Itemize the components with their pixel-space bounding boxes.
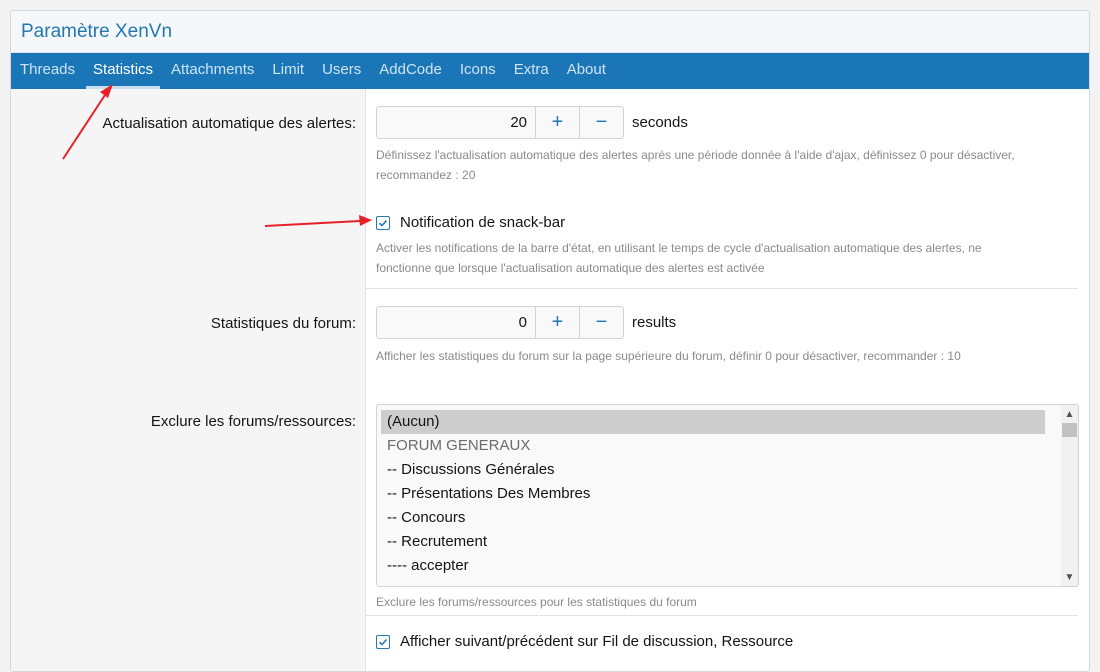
snackbar-checkbox[interactable] xyxy=(376,215,390,230)
settings-panel: Paramètre XenVn Threads Statistics Attac… xyxy=(10,10,1090,672)
tab-statistics[interactable]: Statistics xyxy=(84,53,162,89)
plus-icon: + xyxy=(551,111,564,133)
alerts-hint-line2: recommandez : 20 xyxy=(376,168,476,182)
snackbar-hint-line2: fonctionne que lorsque l'actualisation a… xyxy=(376,261,765,275)
forum-stats-hint: Afficher les statistiques du forum sur l… xyxy=(376,349,961,363)
alerts-refresh-input[interactable]: 20 xyxy=(376,106,536,139)
alerts-refresh-hint: Définissez l'actualisation automatique d… xyxy=(376,145,1015,185)
list-option[interactable]: ---- accepter xyxy=(381,554,1045,578)
plus-icon: + xyxy=(551,311,564,333)
list-option[interactable]: -- Présentations Des Membres xyxy=(381,482,1045,506)
panel-header: Paramètre XenVn xyxy=(11,11,1089,53)
tab-about[interactable]: About xyxy=(558,53,615,89)
page-title: Paramètre XenVn xyxy=(21,20,173,42)
tab-bar: Threads Statistics Attachments Limit Use… xyxy=(11,53,1089,89)
list-option[interactable]: (Aucun) xyxy=(381,410,1045,434)
alerts-increment-button[interactable]: + xyxy=(536,106,580,139)
tab-extra[interactable]: Extra xyxy=(505,53,558,89)
forum-stats-label: Statistiques du forum: xyxy=(210,315,356,332)
forum-stats-increment-button[interactable]: + xyxy=(536,306,580,339)
scrollbar-thumb[interactable] xyxy=(1062,423,1077,437)
forum-stats-unit: results xyxy=(632,314,677,331)
alerts-refresh-label: Actualisation automatique des alertes: xyxy=(102,115,356,132)
forum-stats-stepper: 0 + − results xyxy=(376,306,676,339)
exclude-forums-listbox[interactable]: (Aucun) FORUM GENERAUX -- Discussions Gé… xyxy=(376,404,1079,587)
exclude-forums-hint: Exclure les forums/ressources pour les s… xyxy=(376,595,697,609)
alerts-decrement-button[interactable]: − xyxy=(580,106,624,139)
prev-next-checkbox-row[interactable]: Afficher suivant/précédent sur Fil de di… xyxy=(376,633,793,650)
tab-addcode[interactable]: AddCode xyxy=(370,53,451,89)
minus-icon: − xyxy=(595,111,608,133)
snackbar-hint-line1: Activer les notifications de la barre d'… xyxy=(376,241,982,255)
snackbar-hint: Activer les notifications de la barre d'… xyxy=(376,238,982,278)
list-option[interactable]: -- Discussions Générales xyxy=(381,458,1045,482)
tab-limit[interactable]: Limit xyxy=(263,53,313,89)
prev-next-checkbox[interactable] xyxy=(376,634,390,649)
alerts-hint-line1: Définissez l'actualisation automatique d… xyxy=(376,148,1015,162)
listbox-scrollbar[interactable]: ▲ ▼ xyxy=(1061,405,1078,586)
forum-stats-input[interactable]: 0 xyxy=(376,306,536,339)
list-option-group: FORUM GENERAUX xyxy=(387,437,531,454)
tab-threads[interactable]: Threads xyxy=(11,53,84,89)
tab-users[interactable]: Users xyxy=(313,53,370,89)
list-option[interactable]: -- Recrutement xyxy=(381,530,1045,554)
label-column xyxy=(11,89,366,671)
tab-attachments[interactable]: Attachments xyxy=(162,53,263,89)
prev-next-label: Afficher suivant/précédent sur Fil de di… xyxy=(400,633,794,650)
snackbar-label: Notification de snack-bar xyxy=(400,214,566,231)
check-icon xyxy=(378,219,388,227)
settings-form: Actualisation automatique des alertes: 2… xyxy=(11,89,1089,671)
scroll-up-icon[interactable]: ▲ xyxy=(1061,406,1078,422)
exclude-forums-label: Exclure les forums/ressources: xyxy=(150,413,356,430)
list-option[interactable]: -- Concours xyxy=(381,506,1045,530)
snackbar-checkbox-row[interactable]: Notification de snack-bar xyxy=(376,214,565,231)
section-divider xyxy=(366,615,1078,616)
forum-stats-decrement-button[interactable]: − xyxy=(580,306,624,339)
alerts-refresh-stepper: 20 + − seconds xyxy=(376,106,688,139)
section-divider xyxy=(366,288,1078,289)
scroll-down-icon[interactable]: ▼ xyxy=(1061,569,1078,585)
alerts-unit: seconds xyxy=(632,114,688,131)
check-icon xyxy=(378,638,388,646)
minus-icon: − xyxy=(595,311,608,333)
tab-icons[interactable]: Icons xyxy=(451,53,505,89)
